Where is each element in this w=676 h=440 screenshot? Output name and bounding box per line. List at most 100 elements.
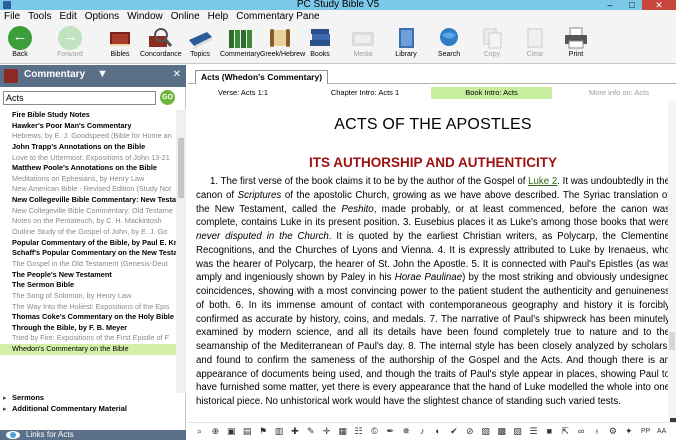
book-title: ACTS OF THE APOSTLES	[334, 116, 532, 133]
subtab-verse[interactable]: Verse: Acts 1:1	[188, 87, 298, 99]
commentary-list-item[interactable]: The People's New Testament	[0, 270, 176, 281]
commentary-list-item[interactable]: Outline Study of the Gospel of John, by …	[0, 227, 176, 238]
library-pane-close-icon[interactable]: ✕	[173, 69, 181, 80]
subtab-book-intro[interactable]: Book Intro: Acts	[431, 87, 552, 99]
topics-button[interactable]: Topics	[180, 26, 220, 64]
library-search-go-button[interactable]: GO	[160, 90, 175, 105]
chevron-right-icon[interactable]: ▸	[3, 405, 12, 416]
clear-button[interactable]: Clear	[515, 26, 555, 64]
tab-whedons-commentary[interactable]: Acts (Whedon's Commentary)	[195, 70, 329, 84]
globe-tool-icon[interactable]: ♁	[592, 426, 603, 437]
commentary-list-item[interactable]: Hebrews, by E. J. Goodspeed (Bible for H…	[0, 131, 176, 142]
commentary-list-item[interactable]: Through the Bible, by F. B. Meyer	[0, 323, 176, 334]
links-bar[interactable]: Links for Acts	[0, 430, 186, 440]
books-button[interactable]: Books	[300, 26, 340, 64]
stop-tool-icon[interactable]: ⊘	[464, 426, 475, 437]
menu-window[interactable]: Window	[123, 10, 167, 24]
export-tool-icon[interactable]: ⇱	[560, 426, 571, 437]
marker-tool-icon[interactable]: ▧	[480, 426, 491, 437]
copy-button[interactable]: Copy	[472, 26, 512, 64]
list-tool-icon[interactable]: ☷	[353, 426, 364, 437]
menu-commentary-pane[interactable]: Commentary Pane	[232, 10, 323, 24]
commentary-list-item[interactable]: John Trapp's Annotations on the Bible	[0, 142, 176, 153]
search-tool-icon[interactable]: ⌕	[194, 426, 205, 437]
menu-options[interactable]: Options	[81, 10, 123, 24]
commentary-list-item[interactable]: Tried by Fire: Expositions of the First …	[0, 333, 176, 344]
camera-tool-icon[interactable]: ▣	[226, 426, 237, 437]
forward-button[interactable]: → Forward	[50, 26, 90, 64]
pp-tool-icon[interactable]: PP	[639, 426, 652, 437]
font-size-tool-icon[interactable]: AA	[655, 426, 668, 437]
commentary-list-item[interactable]: Whedon's Commentary on the Bible	[0, 344, 176, 355]
menu-online[interactable]: Online	[167, 10, 204, 24]
commentary-list-item[interactable]: Popular Commentary of the Bible, by Paul…	[0, 238, 176, 249]
commentary-list-item[interactable]: New American Bible - Revised Edition (St…	[0, 184, 176, 195]
minimize-button[interactable]: –	[599, 0, 621, 10]
chart-tool-icon[interactable]: ▨	[512, 426, 523, 437]
commentary-list-item[interactable]: The Way Into the Holiest: Expositions of…	[0, 302, 176, 313]
commentary-list-item[interactable]: The Sermon Bible	[0, 280, 176, 291]
check-tool-icon[interactable]: ✔	[448, 426, 459, 437]
commentary-list-item[interactable]: New Collegeville Bible Commentary: Old T…	[0, 206, 176, 217]
bibles-button[interactable]: Bibles	[100, 26, 140, 64]
menu-help[interactable]: Help	[204, 10, 233, 24]
timeline-tool-icon[interactable]: ☰	[528, 426, 539, 437]
book-tool-icon[interactable]: ▥	[274, 426, 285, 437]
commentary-list-item[interactable]: Thomas Coke's Commentary on the Holy Bib…	[0, 312, 176, 323]
word-tool-icon[interactable]: ✛	[321, 426, 332, 437]
highlight-tool-icon[interactable]: ✎	[305, 426, 316, 437]
library-search-input[interactable]: Acts	[3, 91, 156, 105]
disc-tool-icon[interactable]: ◐	[433, 426, 444, 437]
commentary-list-item[interactable]: New Collegeville Bible Commentary: New T…	[0, 195, 176, 206]
compare-tool-icon[interactable]: ▦	[337, 426, 348, 437]
commentary-list-item[interactable]: Notes on the Pentateuch, by C. H. Mackin…	[0, 216, 176, 227]
library-scrollbar-thumb[interactable]	[178, 138, 184, 198]
commentary-list-item[interactable]: The Gospel in the Old Testament (Genesis…	[0, 259, 176, 270]
media-button[interactable]: Media	[343, 26, 383, 64]
para-italic-scriptures: Scriptures	[237, 189, 282, 201]
map-tool-icon[interactable]: ▩	[496, 426, 507, 437]
bookmark-tool-icon[interactable]: ⚑	[258, 426, 269, 437]
subtab-chapter-intro[interactable]: Chapter Intro: Acts 1	[310, 87, 420, 99]
print-button[interactable]: Print	[556, 26, 596, 64]
library-scrollbar[interactable]	[176, 110, 186, 393]
commentary-scrollbar-thumb[interactable]	[669, 332, 675, 350]
menu-file[interactable]: File	[0, 10, 24, 24]
menu-edit[interactable]: Edit	[55, 10, 80, 24]
search-globe-icon	[436, 26, 462, 50]
commentary-list-item[interactable]: Meditations on Ephesians, by Henry Law	[0, 174, 176, 185]
menu-tools[interactable]: Tools	[24, 10, 55, 24]
tree-item[interactable]: ▸ Sermons	[0, 393, 176, 404]
commentary-list-item[interactable]: Love to the Uttermost: Expositions of Jo…	[0, 153, 176, 164]
notes-tool-icon[interactable]: ▤	[242, 426, 253, 437]
back-button[interactable]: ← Back	[0, 26, 40, 64]
close-button[interactable]: ✕	[642, 0, 676, 10]
commentary-list-item[interactable]: The Song of Solomon, by Henry Law	[0, 291, 176, 302]
star-tool-icon[interactable]: ✵	[401, 426, 412, 437]
library-button[interactable]: Library	[386, 26, 426, 64]
settings-tool-icon[interactable]: ⚙	[607, 426, 618, 437]
audio-tool-icon[interactable]: ♪	[417, 426, 428, 437]
commentary-list-item[interactable]: Hawker's Poor Man's Commentary	[0, 121, 176, 132]
cross-ref-tool-icon[interactable]: ✚	[289, 426, 300, 437]
image-tool-icon[interactable]: ■	[544, 426, 555, 437]
commentary-scrollbar[interactable]	[668, 100, 676, 418]
tree-item[interactable]: ▸ Additional Commentary Material	[0, 404, 176, 415]
commentary-button[interactable]: Commentary	[220, 26, 260, 64]
commentary-list-item[interactable]: Fire Bible Study Notes	[0, 110, 176, 121]
translate-tool-icon[interactable]: ✦	[623, 426, 634, 437]
concordance-button[interactable]: Concordance	[140, 26, 182, 64]
search-button[interactable]: Search	[429, 26, 469, 64]
greek-hebrew-button[interactable]: Greek/Hebrew	[260, 26, 305, 64]
commentary-list-item[interactable]: Matthew Poole's Annotations on the Bible	[0, 163, 176, 174]
luke-2-link[interactable]: Luke 2	[528, 176, 557, 187]
link-tool-icon[interactable]: ∞	[576, 426, 587, 437]
commentary-list-item[interactable]: Schaff's Popular Commentary on the New T…	[0, 248, 176, 259]
copyright-tool-icon[interactable]: ©	[369, 426, 380, 437]
library-dropdown-button[interactable]: ▼	[97, 68, 108, 80]
subtab-more-info[interactable]: More info on: Acts	[564, 87, 674, 99]
pen-tool-icon[interactable]: ✒	[385, 426, 396, 437]
maximize-button[interactable]: □	[621, 0, 643, 10]
zoom-tool-icon[interactable]: ⊕	[210, 426, 221, 437]
chevron-right-icon[interactable]: ▸	[3, 394, 12, 405]
